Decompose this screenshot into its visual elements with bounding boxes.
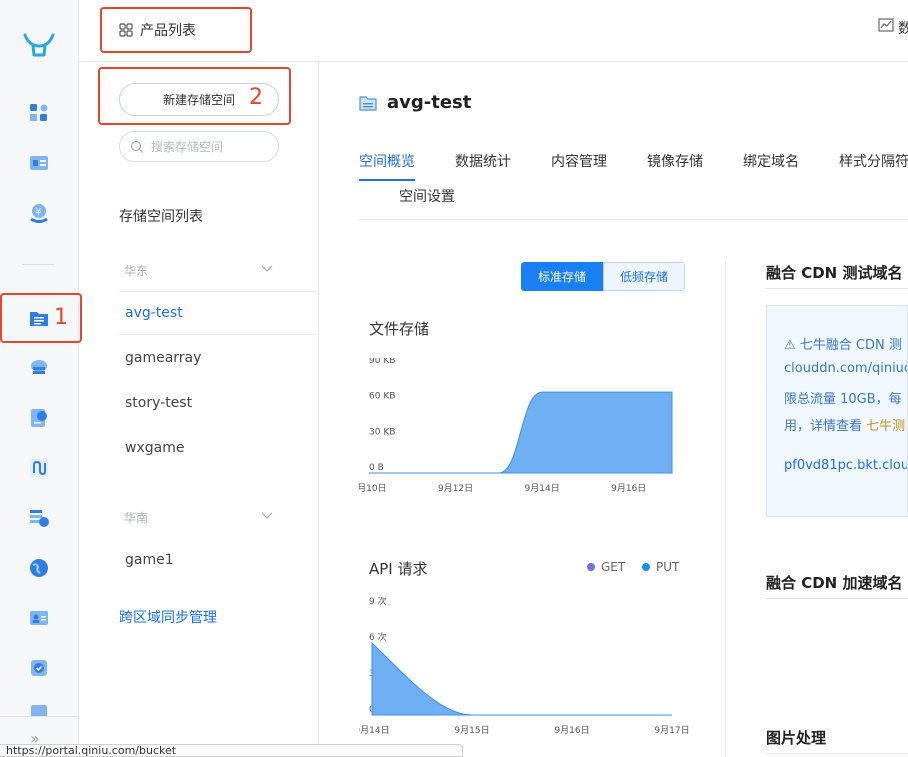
cross-region-sync-link[interactable]: 跨区域同步管理: [119, 607, 217, 627]
x-tick-label: 9月16日: [554, 725, 589, 736]
annotation-box-storage: [0, 293, 82, 343]
id-card-icon[interactable]: [27, 151, 51, 175]
media-icon[interactable]: [27, 506, 51, 530]
legend-get: GET: [587, 560, 625, 574]
qiniu-logo-icon[interactable]: [22, 30, 56, 60]
x-tick-label: 9月14日: [359, 725, 390, 736]
chevron-down-icon[interactable]: [260, 262, 274, 276]
workflow-icon[interactable]: [27, 456, 51, 480]
billing-icon[interactable]: ¥: [27, 201, 51, 225]
bucket-item[interactable]: avg-test: [125, 305, 183, 321]
main-content: avg-test 空间概览 数据统计 内容管理 镜像存储 绑定域名 样式分隔符 …: [319, 62, 908, 757]
y-tick-label: 6 次: [369, 631, 387, 643]
series-area: [371, 641, 672, 716]
bucket-item[interactable]: gamearray: [125, 350, 201, 366]
search-icon: [130, 140, 143, 153]
column-divider: [725, 262, 726, 757]
cdn-notice-line: 用，详情查看 七牛测: [784, 415, 905, 434]
image-processing-heading: 图片处理: [766, 729, 827, 747]
top-right-label[interactable]: 数: [898, 18, 908, 38]
legend-get-label: GET: [601, 560, 626, 574]
cdn-notice-line: ⚠ 七牛融合 CDN 测: [784, 338, 902, 353]
put-legend-dot: [642, 563, 650, 571]
status-bar-url: https://portal.qiniu.com/bucket: [0, 744, 463, 757]
region-south-label[interactable]: 华南: [124, 509, 148, 526]
file-storage-chart: 90 KB 60 KB 30 KB 0 B 9月10日 9月12日 9月14日 9月16日: [359, 358, 673, 494]
globe-icon[interactable]: [27, 556, 51, 580]
bucket-folder-icon: [359, 95, 377, 111]
cdn-test-domain-heading: 融合 CDN 测试域名: [766, 264, 903, 282]
y-tick-label: 9 次: [369, 597, 387, 607]
bucket-item[interactable]: story-test: [125, 395, 192, 411]
x-tick-label: 9月15日: [454, 725, 489, 736]
y-tick-label: 0 B: [369, 463, 384, 473]
y-tick-label: 90 KB: [369, 358, 395, 366]
y-tick-label: 60 KB: [369, 392, 395, 402]
tab-content-management[interactable]: 内容管理: [551, 151, 607, 171]
cdn-notice-line: 限总流量 10GB，每: [784, 392, 902, 407]
chart-trend-icon[interactable]: [878, 18, 894, 34]
rail-bottom-divider: [0, 716, 79, 717]
storage-type-toggle: 标准存储 低频存储: [521, 262, 685, 291]
cdn-test-domain-value[interactable]: pf0vd81pc.bkt.clou: [784, 458, 907, 473]
bucket-name: avg-test: [387, 92, 472, 113]
heading-divider: [766, 288, 908, 289]
tab-statistics[interactable]: 数据统计: [455, 151, 511, 171]
bucket-item[interactable]: wxgame: [125, 440, 184, 456]
legend-put-label: PUT: [656, 560, 680, 574]
annotation-number-2: 2: [249, 85, 263, 110]
y-tick-label: 30 KB: [369, 427, 395, 437]
chevron-down-icon[interactable]: [260, 509, 274, 523]
security-icon[interactable]: [27, 656, 51, 680]
bucket-list-title: 存储空间列表: [119, 209, 203, 225]
bucket-search-input[interactable]: 搜索存储空间: [119, 131, 279, 162]
tab-mirror-storage[interactable]: 镜像存储: [647, 151, 703, 171]
series-area: [369, 391, 673, 474]
x-tick-label: 9月10日: [359, 483, 387, 494]
cdn-icon[interactable]: [27, 356, 51, 380]
region-east-label[interactable]: 华东: [124, 262, 148, 279]
heading-divider: [766, 753, 908, 754]
annotation-box-product-list: [100, 7, 252, 53]
cdn-notice-text: 用，详情查看: [784, 419, 867, 434]
api-requests-chart: 9 次6 次3 次0 次9月14日9月15日9月16日9月17日: [359, 597, 689, 736]
contact-card-icon[interactable]: [27, 606, 51, 630]
search-placeholder: 搜索存储空间: [151, 140, 224, 154]
left-nav-rail: ¥ »: [0, 0, 79, 757]
get-legend-dot: [587, 563, 595, 571]
standard-storage-button[interactable]: 标准存储: [521, 262, 603, 291]
low-frequency-storage-button[interactable]: 低频存储: [603, 262, 685, 291]
more-icon[interactable]: [27, 704, 51, 716]
api-requests-chart-title: API 请求: [369, 560, 428, 578]
x-tick-label: 9月16日: [611, 483, 646, 494]
x-tick-label: 9月12日: [438, 483, 473, 494]
cdn-accel-domain-heading: 融合 CDN 加速域名: [766, 574, 903, 592]
annotation-number-1: 1: [54, 305, 68, 330]
bucket-title: avg-test: [359, 92, 471, 113]
heading-divider: [766, 598, 908, 599]
x-tick-label: 9月14日: [525, 483, 560, 494]
tab-style-separator[interactable]: 样式分隔符: [839, 151, 908, 171]
svg-text:¥: ¥: [36, 208, 42, 218]
bucket-item[interactable]: game1: [125, 552, 174, 568]
bucket-list-panel: 新建存储空间 搜索存储空间 存储空间列表 华东 avg-test gamearr…: [79, 62, 319, 757]
rail-divider: [22, 264, 54, 265]
file-storage-chart-title: 文件存储: [369, 320, 430, 338]
report-icon[interactable]: [27, 406, 51, 430]
active-tab-underline: [359, 179, 415, 181]
products-icon[interactable]: [27, 101, 51, 125]
tabs-divider: [359, 219, 908, 220]
legend-put: PUT: [642, 560, 679, 574]
qiniu-test-link[interactable]: 七牛测: [866, 419, 905, 434]
cdn-test-domain-notice: ⚠ 七牛融合 CDN 测 clouddn.com/qiniuc 限总流量 10G…: [766, 305, 908, 517]
tab-bucket-settings[interactable]: 空间设置: [399, 186, 455, 206]
cdn-notice-line: clouddn.com/qiniuc: [784, 361, 908, 376]
x-tick-label: 9月17日: [654, 725, 689, 736]
tab-bind-domain[interactable]: 绑定域名: [743, 151, 799, 171]
tab-overview[interactable]: 空间概览: [359, 151, 415, 171]
